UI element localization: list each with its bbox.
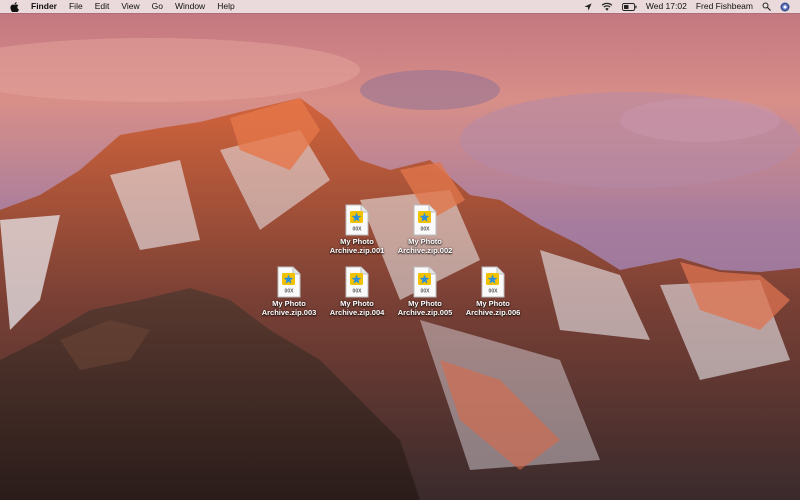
file-label: My Photo Archive.zip.001 xyxy=(329,237,385,255)
archive-file-icon: 00X xyxy=(413,204,437,236)
menu-bar: Finder File Edit View Go Window Help Wed… xyxy=(0,0,800,13)
menu-window[interactable]: Window xyxy=(169,0,211,13)
apple-icon[interactable] xyxy=(9,1,19,12)
desktop-file-icon[interactable]: 00X My Photo Archive.zip.003 xyxy=(254,266,324,317)
archive-file-icon: 00X xyxy=(413,266,437,298)
menu-file[interactable]: File xyxy=(63,0,89,13)
file-badge-text: 00X xyxy=(353,289,363,295)
search-icon[interactable] xyxy=(762,0,771,13)
archive-file-icon: 00X xyxy=(345,204,369,236)
menu-edit[interactable]: Edit xyxy=(89,0,116,13)
desktop-file-icon[interactable]: 00X My Photo Archive.zip.005 xyxy=(390,266,460,317)
wifi-icon[interactable] xyxy=(601,0,613,13)
file-label: My Photo Archive.zip.006 xyxy=(465,299,521,317)
archive-file-icon: 00X xyxy=(481,266,505,298)
notification-center-icon[interactable] xyxy=(780,0,790,13)
menubar-user[interactable]: Fred Fishbeam xyxy=(696,0,753,13)
menubar-clock[interactable]: Wed 17:02 xyxy=(646,0,687,13)
file-badge-text: 00X xyxy=(421,289,431,295)
file-label: My Photo Archive.zip.004 xyxy=(329,299,385,317)
desktop-file-icon[interactable]: 00X My Photo Archive.zip.002 xyxy=(390,204,460,255)
location-arrow-icon[interactable] xyxy=(584,0,592,13)
menu-help[interactable]: Help xyxy=(211,0,240,13)
menu-app-finder[interactable]: Finder xyxy=(25,0,63,13)
menu-view[interactable]: View xyxy=(115,0,145,13)
desktop-file-icon[interactable]: 00X My Photo Archive.zip.004 xyxy=(322,266,392,317)
file-badge-text: 00X xyxy=(489,289,499,295)
desktop-file-icon[interactable]: 00X My Photo Archive.zip.001 xyxy=(322,204,392,255)
file-label: My Photo Archive.zip.002 xyxy=(397,237,453,255)
archive-file-icon: 00X xyxy=(277,266,301,298)
archive-file-icon: 00X xyxy=(345,266,369,298)
desktop-file-icon[interactable]: 00X My Photo Archive.zip.006 xyxy=(458,266,528,317)
desktop[interactable]: 00X My Photo Archive.zip.001 00X My Photo… xyxy=(0,0,800,500)
file-badge-text: 00X xyxy=(285,289,295,295)
menu-go[interactable]: Go xyxy=(146,0,169,13)
file-label: My Photo Archive.zip.005 xyxy=(397,299,453,317)
file-badge-text: 00X xyxy=(421,227,431,233)
file-label: My Photo Archive.zip.003 xyxy=(261,299,317,317)
file-badge-text: 00X xyxy=(353,227,363,233)
battery-icon[interactable] xyxy=(621,0,637,13)
